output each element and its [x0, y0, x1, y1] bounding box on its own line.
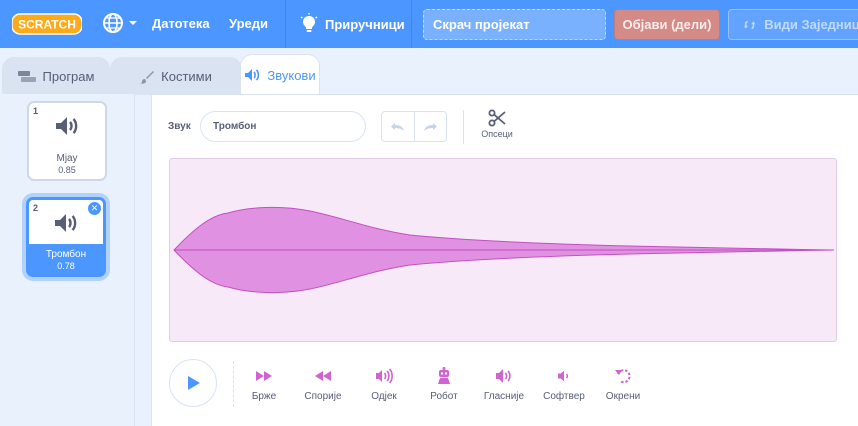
- globe-icon: [103, 13, 123, 33]
- lightbulb-icon: [300, 13, 318, 32]
- tutorials-button[interactable]: Приручници: [300, 13, 405, 35]
- tab-code-label: Програм: [42, 69, 95, 84]
- tutorials-label: Приручници: [325, 16, 405, 32]
- sound-duration: 0.85: [58, 165, 76, 175]
- toolbar-divider: [463, 110, 464, 144]
- play-icon: [188, 376, 200, 390]
- echo-icon: [376, 368, 393, 384]
- waveform: [173, 206, 835, 294]
- sound-duration: 0.78: [57, 261, 75, 271]
- sound-name: Тромбон: [45, 249, 87, 260]
- see-community-button[interactable]: Види Заједницу: [728, 9, 858, 40]
- chevron-down-icon: [129, 21, 137, 25]
- file-menu[interactable]: Датотека: [152, 16, 210, 31]
- effect-softer-button[interactable]: Софтвер: [539, 367, 589, 402]
- trim-button[interactable]: Опсеци: [477, 109, 517, 139]
- redo-icon: [424, 122, 438, 131]
- effects-divider: [233, 361, 234, 407]
- effect-reverse-button[interactable]: Окрени: [598, 367, 648, 402]
- effect-louder-button[interactable]: Гласније: [479, 367, 529, 402]
- language-menu[interactable]: [102, 12, 138, 34]
- robot-icon: [438, 367, 450, 384]
- sound-editor: Звук Опсеци: [151, 94, 858, 426]
- speaker-icon: [55, 214, 77, 232]
- sound-item-meow[interactable]: 1 Мјау 0.85: [27, 101, 107, 181]
- speaker-icon: [245, 69, 260, 81]
- undo-button[interactable]: [382, 112, 414, 141]
- sound-list: 1 Мјау 0.85 2 ✕ Тромбон 0.78: [0, 94, 135, 426]
- effect-label: Гласније: [483, 391, 525, 402]
- share-button[interactable]: Објави (дели): [614, 9, 720, 40]
- see-inside-icon: [743, 20, 756, 29]
- waveform-area[interactable]: [169, 158, 837, 342]
- svg-text:SCRATCH: SCRATCH: [18, 18, 76, 32]
- effect-echo-button[interactable]: Одјек: [359, 367, 409, 402]
- effect-label: Робот: [430, 391, 458, 402]
- effect-label: Одјек: [371, 391, 397, 402]
- effect-label: Софтвер: [543, 391, 585, 402]
- softer-icon: [558, 370, 569, 382]
- tab-costumes[interactable]: Костими: [110, 57, 242, 95]
- code-icon: [17, 70, 36, 82]
- effect-label: Спорије: [304, 391, 342, 402]
- scratch-logo[interactable]: SCRATCH: [12, 13, 82, 35]
- play-button[interactable]: [169, 359, 217, 407]
- reverse-icon: [615, 369, 631, 384]
- see-community-label: Види Заједницу: [764, 17, 858, 32]
- tab-sounds-label: Звукови: [267, 67, 316, 83]
- undo-redo-group: [381, 111, 447, 142]
- louder-icon: [496, 369, 511, 383]
- effect-robot-button[interactable]: Робот: [419, 367, 469, 402]
- tab-code[interactable]: Програм: [2, 57, 110, 95]
- effect-slower-button[interactable]: Спорије: [298, 367, 348, 402]
- scissors-icon: [488, 109, 506, 127]
- sound-name: Мјау: [56, 153, 78, 164]
- menu-divider: [411, 0, 412, 48]
- effect-faster-button[interactable]: Брже: [239, 367, 289, 402]
- slower-icon: [315, 371, 331, 381]
- effect-label: Окрени: [605, 391, 641, 402]
- menu-divider: [285, 0, 286, 48]
- redo-button[interactable]: [413, 112, 446, 141]
- sound-item-trombone[interactable]: 2 ✕ Тромбон 0.78: [26, 197, 106, 277]
- speaker-icon: [56, 117, 78, 135]
- project-title-input[interactable]: [423, 9, 606, 40]
- menu-bar: SCRATCH Датотека Уреди Приручници Објави…: [0, 0, 858, 48]
- brush-icon: [140, 70, 155, 84]
- tab-sounds[interactable]: Звукови: [240, 54, 320, 95]
- edit-menu[interactable]: Уреди: [229, 16, 268, 31]
- trim-label: Опсеци: [481, 129, 513, 139]
- faster-icon: [256, 371, 272, 381]
- tab-costumes-label: Костими: [161, 69, 212, 84]
- undo-icon: [390, 122, 404, 131]
- effect-label: Брже: [251, 391, 277, 402]
- sound-name-input[interactable]: [200, 111, 366, 142]
- sound-name-label: Звук: [168, 121, 191, 132]
